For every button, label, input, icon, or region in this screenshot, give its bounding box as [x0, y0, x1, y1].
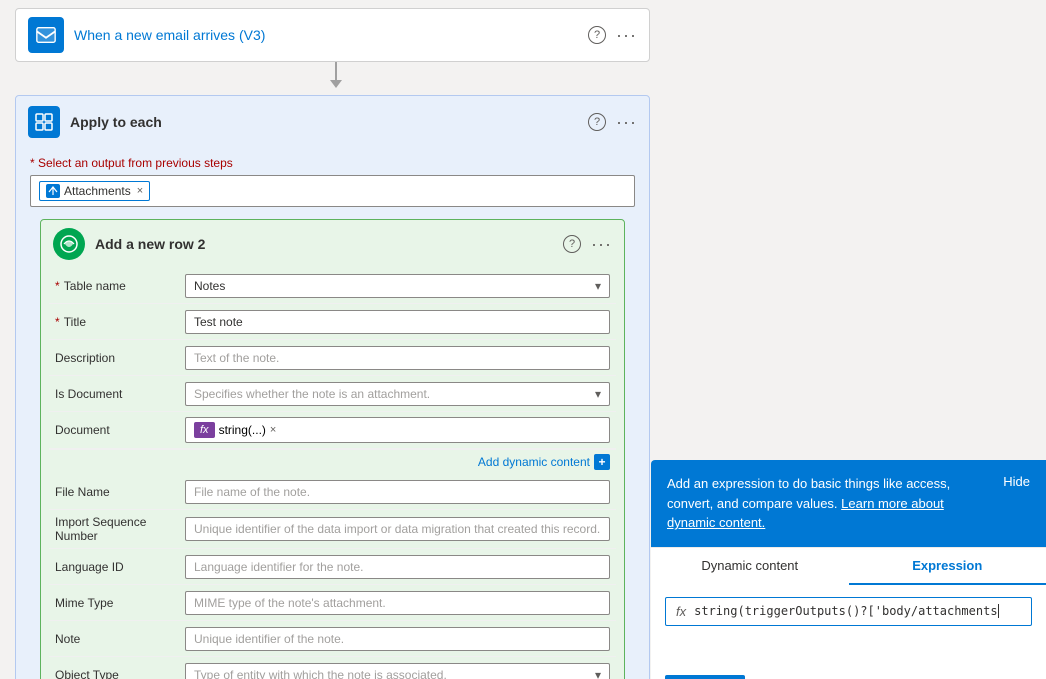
input-description[interactable]: Text of the note.	[185, 346, 610, 370]
apply-each-title: Apply to each	[70, 114, 578, 130]
hide-panel-button[interactable]: Hide	[1003, 474, 1030, 489]
apply-each-icon	[28, 106, 60, 138]
expression-input-row[interactable]: fx string(triggerOutputs()?['body/attach…	[665, 597, 1032, 626]
input-file-name[interactable]: File name of the note.	[185, 480, 610, 504]
add-row-more-button[interactable]: ···	[591, 234, 612, 255]
help-icon[interactable]: ?	[588, 26, 606, 44]
badge-icon	[46, 184, 60, 198]
fx-value: string(...)	[219, 423, 266, 437]
expression-fx-label: fx	[676, 604, 686, 619]
label-language-id: Language ID	[55, 560, 185, 574]
fx-badge: fx	[194, 422, 215, 438]
select-is-document[interactable]: Specifies whether the note is an attachm…	[185, 382, 610, 406]
badge-text: Attachments	[64, 184, 131, 198]
select-object-type[interactable]: Type of entity with which the note is as…	[185, 663, 610, 679]
fx-icon: fx	[200, 424, 209, 436]
select-table-name[interactable]: Notes ▾	[185, 274, 610, 298]
cursor-caret	[998, 604, 999, 618]
form-row-language-id: Language ID Language identifier for the …	[49, 549, 616, 585]
expression-area: fx string(triggerOutputs()?['body/attach…	[651, 585, 1046, 665]
label-is-document: Is Document	[55, 387, 185, 401]
update-button[interactable]: Update	[665, 675, 745, 679]
update-btn-area: Update	[651, 665, 1046, 679]
apply-each-more-button[interactable]: ···	[616, 112, 637, 133]
form-row-table-name: * Table name Notes ▾	[49, 268, 616, 304]
input-import-seq[interactable]: Unique identifier of the data import or …	[185, 517, 610, 541]
apply-each-block: Apply to each ? ··· * Select an output f…	[15, 95, 650, 679]
input-language-id[interactable]: Language identifier for the note.	[185, 555, 610, 579]
label-mime-type: Mime Type	[55, 596, 185, 610]
label-object-type: Object Type	[55, 668, 185, 679]
add-dynamic-row: Add dynamic content +	[49, 449, 616, 474]
add-dynamic-content-button[interactable]: Add dynamic content +	[478, 454, 610, 470]
add-row-body: * Table name Notes ▾ * Title Description	[41, 268, 624, 679]
form-row-note: Note Unique identifier of the note.	[49, 621, 616, 657]
add-row-header: Add a new row 2 ? ···	[41, 220, 624, 268]
badge-close-button[interactable]: ×	[137, 185, 143, 197]
form-row-description: Description Text of the note.	[49, 340, 616, 376]
right-panel-tabs: Dynamic content Expression	[651, 547, 1046, 585]
label-title: * Title	[55, 315, 185, 329]
plus-icon: +	[594, 454, 610, 470]
apply-each-header: Apply to each ? ···	[16, 96, 649, 148]
input-mime-type[interactable]: MIME type of the note's attachment.	[185, 591, 610, 615]
tab-dynamic-content[interactable]: Dynamic content	[651, 548, 849, 585]
label-document: Document	[55, 423, 185, 437]
form-row-title: * Title	[49, 304, 616, 340]
label-description: Description	[55, 351, 185, 365]
label-note: Note	[55, 632, 185, 646]
document-field[interactable]: fx string(...) ×	[185, 417, 610, 443]
select-output-label: * Select an output from previous steps	[30, 156, 635, 170]
form-row-mime-type: Mime Type MIME type of the note's attach…	[49, 585, 616, 621]
right-panel-info: Add an expression to do basic things lik…	[651, 460, 1046, 547]
right-panel-text: Add an expression to do basic things lik…	[667, 474, 995, 533]
chevron-down-icon: ▾	[595, 668, 601, 679]
right-panel: Add an expression to do basic things lik…	[651, 460, 1046, 679]
trigger-block: When a new email arrives (V3) ? ···	[15, 8, 650, 62]
expression-text: string(triggerOutputs()?['body/attachmen…	[694, 604, 1021, 619]
trigger-title: When a new email arrives (V3)	[74, 27, 578, 43]
input-note[interactable]: Unique identifier of the note.	[185, 627, 610, 651]
apply-each-body: * Select an output from previous steps A…	[16, 148, 649, 679]
attachments-field[interactable]: Attachments ×	[30, 175, 635, 207]
add-row-icon	[53, 228, 85, 260]
label-table-name: * Table name	[55, 279, 185, 293]
apply-each-help-icon[interactable]: ?	[588, 113, 606, 131]
chevron-down-icon: ▾	[595, 279, 601, 293]
chevron-down-icon: ▾	[595, 387, 601, 401]
attachments-badge: Attachments ×	[39, 181, 150, 201]
add-row-title: Add a new row 2	[95, 236, 553, 252]
form-row-import-seq: Import Sequence Number Unique identifier…	[49, 510, 616, 549]
label-import-seq: Import Sequence Number	[55, 515, 185, 543]
form-row-document: Document fx string(...) ×	[49, 412, 616, 449]
trigger-actions: ? ···	[588, 25, 637, 46]
form-row-file-name: File Name File name of the note.	[49, 474, 616, 510]
connector-arrow	[330, 62, 342, 88]
input-title[interactable]	[185, 310, 610, 334]
form-row-is-document: Is Document Specifies whether the note i…	[49, 376, 616, 412]
add-row-help-icon[interactable]: ?	[563, 235, 581, 253]
label-file-name: File Name	[55, 485, 185, 499]
tab-expression[interactable]: Expression	[849, 548, 1046, 585]
trigger-icon	[28, 17, 64, 53]
form-row-object-type: Object Type Type of entity with which th…	[49, 657, 616, 679]
trigger-more-button[interactable]: ···	[616, 25, 637, 46]
document-close-button[interactable]: ×	[270, 424, 276, 436]
add-row-block: Add a new row 2 ? ··· * Table name Notes…	[40, 219, 625, 679]
